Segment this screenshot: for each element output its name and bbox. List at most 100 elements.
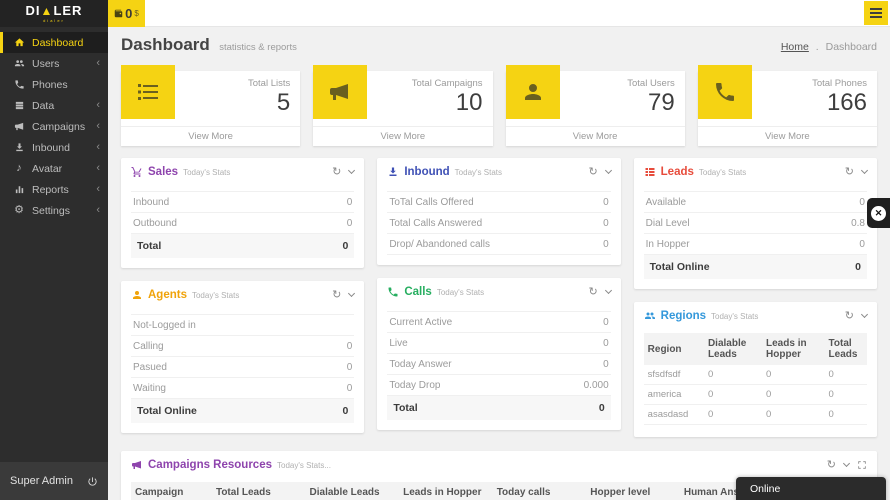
table-cell: 0 — [703, 404, 763, 425]
chevron-down-icon[interactable] — [348, 289, 356, 298]
sidebar-item-label: Users — [32, 57, 60, 70]
inbound-rows: ToTal Calls Offered 0 Total Calls Answered… — [387, 191, 611, 255]
sidebar-item-reports[interactable]: Reports ‹ — [0, 179, 108, 200]
list-ol-icon — [121, 65, 175, 119]
table-cell: 0 — [762, 365, 825, 385]
total-row: Total 0 — [131, 234, 355, 258]
refresh-icon[interactable]: ↻ — [588, 166, 597, 178]
table-cell: 0 — [824, 365, 867, 385]
stat-value: 5 — [276, 89, 291, 116]
stat-label: Total Users — [627, 78, 675, 89]
regions-table: Region Dialable Leads Leads in Hopper Total… — [634, 329, 877, 437]
close-icon: ✕ — [871, 205, 886, 221]
logo-text: LER — [53, 3, 83, 18]
online-status-label: Online — [750, 483, 781, 495]
view-more-link[interactable]: View More — [121, 126, 301, 146]
sidebar-item-label: Campaigns — [32, 120, 86, 133]
chevron-down-icon[interactable] — [348, 166, 356, 175]
refresh-icon[interactable]: ↻ — [845, 166, 854, 178]
stat-row: Drop/ Abandoned calls 0 — [387, 234, 611, 255]
stat-row-value: 0 — [603, 238, 609, 250]
breadcrumb-separator: . — [815, 41, 819, 53]
sidebar-item-data[interactable]: Data ‹ — [0, 95, 108, 116]
chevron-down-icon[interactable] — [860, 310, 869, 319]
table-cell: sfsdfsdf — [643, 365, 704, 385]
sidebar-item-campaigns[interactable]: Campaigns ‹ — [0, 116, 108, 137]
refresh-icon[interactable]: ↻ — [827, 459, 836, 471]
breadcrumb-home-link[interactable]: Home — [781, 41, 809, 53]
page-header: Dashboard statistics & reports Home . Da… — [108, 27, 890, 59]
panel-subtitle: Today's Stats — [183, 167, 231, 177]
wallet-balance-button[interactable]: 0 $ — [108, 0, 145, 27]
chevron-left-icon: ‹ — [96, 204, 100, 216]
stat-row-value: 0 — [603, 337, 609, 349]
megaphone-icon — [313, 65, 368, 119]
database-icon — [13, 100, 25, 112]
refresh-icon[interactable]: ↻ — [332, 166, 341, 178]
stat-row-label: Waiting — [133, 382, 166, 394]
power-icon[interactable] — [87, 476, 98, 487]
chevron-down-icon[interactable] — [842, 459, 851, 468]
table-row: asasdasd 0 0 0 — [643, 404, 867, 425]
column-header: Dialable Leads — [305, 482, 400, 500]
refresh-icon[interactable]: ↻ — [332, 289, 341, 301]
stat-row: Today Drop 0.000 — [387, 375, 611, 396]
page-title: Dashboard — [121, 35, 210, 54]
view-more-link[interactable]: View More — [313, 126, 493, 146]
panel-subtitle: Today's Stats — [711, 311, 759, 321]
leads-rows: Available 0 Dial Level 0.8 In Hopper 0 — [643, 191, 867, 255]
refresh-icon[interactable]: ↻ — [588, 286, 597, 298]
stat-row: Total Calls Answered 0 — [387, 213, 611, 234]
panel-title: Inbound — [404, 166, 450, 178]
sidebar-item-users[interactable]: Users ‹ — [0, 53, 108, 74]
leads-panel: Leads Today's Stats ↻ Available 0 Dial Lev… — [633, 158, 877, 289]
app-logo[interactable]: DI▲LER dialer — [0, 0, 108, 27]
users-icon — [644, 310, 656, 322]
stat-row-value: 0 — [346, 382, 353, 394]
sidebar-item-inbound[interactable]: Inbound ‹ — [0, 137, 108, 158]
wallet-icon — [114, 5, 123, 23]
person-icon — [131, 289, 143, 301]
stat-row-label: Pasued — [133, 361, 167, 373]
column-header: Today calls — [492, 482, 587, 500]
stat-row-value: 0 — [603, 316, 609, 328]
expand-icon[interactable] — [857, 460, 867, 470]
total-label: Total Online — [649, 261, 710, 273]
chevron-left-icon: ‹ — [96, 120, 100, 132]
total-value: 0 — [342, 405, 349, 417]
stat-row: Current Active 0 — [387, 311, 611, 333]
sidebar-item-avatar[interactable]: ♪ Avatar ‹ — [0, 158, 108, 179]
stat-row-label: Total Calls Answered — [389, 217, 483, 229]
sidebar-item-dashboard[interactable]: Dashboard — [0, 32, 108, 53]
chevron-down-icon[interactable] — [604, 166, 612, 175]
stat-row: Dial Level 0.8 — [643, 213, 867, 234]
chevron-down-icon[interactable] — [860, 166, 869, 175]
column-header: Campaign — [131, 482, 212, 500]
panel-subtitle: Today's Stats — [436, 287, 485, 297]
view-more-link[interactable]: View More — [697, 126, 877, 146]
music-note-icon: ♪ — [16, 162, 22, 174]
chevron-down-icon[interactable] — [604, 286, 612, 295]
table-cell: 0 — [703, 384, 763, 405]
logo-text: DI — [25, 3, 41, 18]
stat-row: Waiting 0 — [131, 378, 355, 399]
gear-icon: ⚙ — [14, 204, 24, 216]
stat-row-label: Current Active — [389, 316, 453, 328]
sidebar-item-label: Phones — [32, 78, 68, 91]
view-more-link[interactable]: View More — [505, 126, 685, 146]
stat-row-value: 0 — [346, 196, 353, 208]
hamburger-menu-icon[interactable] — [864, 1, 888, 25]
close-tab-button[interactable]: ✕ — [867, 198, 890, 228]
stat-row: Today Answer 0 — [387, 354, 611, 375]
sidebar-item-phones[interactable]: Phones — [0, 74, 108, 95]
table-cell: 0 — [762, 404, 825, 425]
refresh-icon[interactable]: ↻ — [845, 310, 854, 322]
column-header: Leads in Hopper — [762, 333, 825, 365]
panel-subtitle: Today's Stats... — [277, 460, 331, 470]
chevron-left-icon: ‹ — [96, 183, 100, 195]
stat-row-value: 0 — [603, 217, 609, 229]
table-cell: 0 — [703, 365, 763, 385]
sidebar-item-settings[interactable]: ⚙ Settings ‹ — [0, 200, 108, 221]
stat-row-value: 0 — [859, 238, 865, 250]
total-value: 0 — [855, 261, 861, 273]
